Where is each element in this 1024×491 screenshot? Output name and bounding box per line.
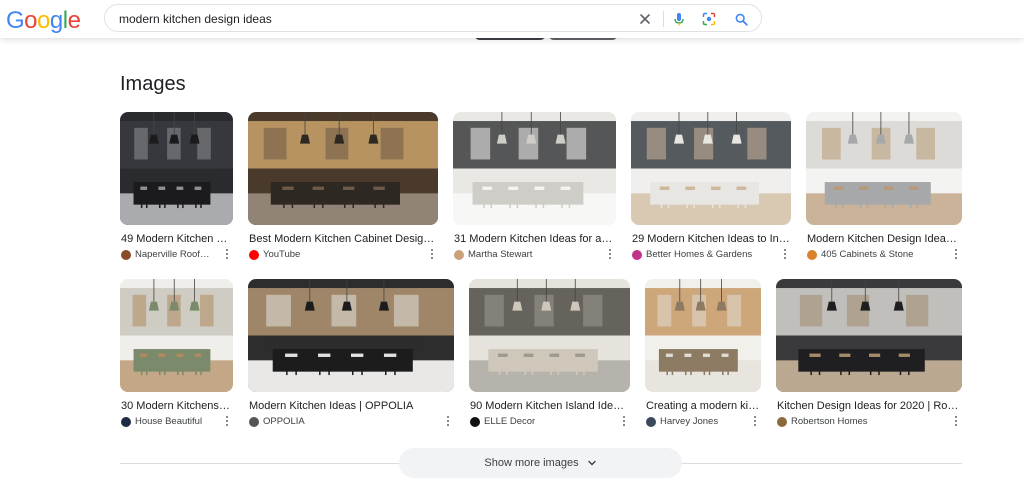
image-result-title[interactable]: 31 Modern Kitchen Ideas for a… (454, 233, 615, 245)
show-more-images-button[interactable]: Show more images (399, 448, 682, 478)
source-favicon-icon (470, 416, 480, 427)
kitchen-photo (453, 112, 616, 225)
search-box (104, 4, 762, 32)
image-result-title[interactable]: Modern Kitchen Ideas | OPPOLIA (249, 400, 453, 412)
lens-icon[interactable] (701, 11, 717, 27)
image-thumbnail[interactable] (248, 279, 454, 392)
search-icon[interactable] (733, 11, 749, 27)
more-options-icon[interactable] (751, 415, 759, 427)
chevron-down-icon (587, 460, 596, 466)
image-result-source[interactable]: YouTube (249, 249, 300, 260)
source-name: Harvey Jones (660, 416, 719, 427)
image-result-source[interactable]: ELLE Decor (470, 416, 535, 427)
image-result-card[interactable]: Modern Kitchen Ideas | OPPOLIA OPPOLIA (248, 279, 454, 439)
source-name: OPPOLIA (263, 416, 305, 427)
logo-letter: G (6, 7, 25, 34)
image-result-card[interactable]: 49 Modern Kitchen … Naperville Roof… (120, 112, 233, 272)
image-result-title[interactable]: 29 Modern Kitchen Ideas to In… (632, 233, 790, 245)
image-result-title[interactable]: Creating a modern ki… (646, 400, 760, 412)
image-thumbnail[interactable] (645, 279, 761, 392)
images-section-title: Images (120, 73, 186, 95)
image-thumbnail[interactable] (120, 279, 233, 392)
source-favicon-icon (121, 416, 131, 427)
source-favicon-icon (121, 249, 131, 260)
source-name: Robertson Homes (791, 416, 868, 427)
source-name: Better Homes & Gardens (646, 249, 753, 260)
top-bar: Google (0, 0, 1024, 38)
source-favicon-icon (249, 416, 259, 427)
image-thumbnail[interactable] (248, 112, 438, 225)
image-result-source[interactable]: 405 Cabinets & Stone (807, 249, 913, 260)
more-options-icon[interactable] (428, 248, 436, 260)
logo-letter: o (24, 7, 38, 34)
mic-icon[interactable] (671, 11, 687, 27)
source-name: YouTube (263, 249, 301, 260)
kitchen-photo (469, 279, 630, 392)
kitchen-photo (120, 112, 233, 225)
source-favicon-icon (249, 249, 259, 260)
kitchen-photo (120, 279, 233, 392)
more-options-icon[interactable] (444, 415, 452, 427)
more-options-icon[interactable] (952, 248, 960, 260)
kitchen-photo (248, 279, 454, 392)
image-result-source[interactable]: Better Homes & Gardens (632, 249, 752, 260)
image-result-title[interactable]: 49 Modern Kitchen … (121, 233, 232, 245)
search-divider (663, 11, 664, 27)
more-options-icon[interactable] (223, 415, 231, 427)
image-result-card[interactable]: Modern Kitchen Design Ideas… 405 Cabinets… (806, 112, 962, 272)
image-result-card[interactable]: Kitchen Design Ideas for 2020 | Ro… Rober… (776, 279, 962, 439)
more-options-icon[interactable] (781, 248, 789, 260)
source-name: ELLE Decor (484, 416, 536, 427)
kitchen-photo (248, 112, 438, 225)
image-result-card[interactable]: 31 Modern Kitchen Ideas for a… Martha Ste… (453, 112, 616, 272)
image-result-source[interactable]: Robertson Homes (777, 416, 868, 427)
logo-letter: e (67, 7, 81, 34)
image-result-source[interactable]: OPPOLIA (249, 416, 305, 427)
image-thumbnail[interactable] (776, 279, 962, 392)
image-result-card[interactable]: Best Modern Kitchen Cabinet Design… YouTu… (248, 112, 438, 272)
kitchen-photo (631, 112, 791, 225)
more-options-icon[interactable] (620, 415, 628, 427)
source-favicon-icon (777, 416, 787, 427)
image-result-source[interactable]: Harvey Jones (646, 416, 718, 427)
source-favicon-icon (807, 249, 817, 260)
source-favicon-icon (646, 416, 656, 427)
source-favicon-icon (632, 249, 642, 260)
image-thumbnail[interactable] (631, 112, 791, 225)
source-name: Martha Stewart (468, 249, 533, 260)
kitchen-photo (806, 112, 962, 225)
image-result-card[interactable]: 90 Modern Kitchen Island Idea… ELLE Decor (469, 279, 630, 439)
image-result-source[interactable]: House Beautiful (121, 416, 202, 427)
image-result-card[interactable]: 29 Modern Kitchen Ideas to In… Better Hom… (631, 112, 791, 272)
close-icon[interactable] (637, 11, 653, 27)
more-options-icon[interactable] (606, 248, 614, 260)
google-logo[interactable]: Google (6, 7, 81, 35)
image-thumbnail[interactable] (453, 112, 616, 225)
image-result-title[interactable]: 90 Modern Kitchen Island Idea… (470, 400, 629, 412)
image-result-title[interactable]: 30 Modern Kitchens … (121, 400, 232, 412)
image-result-source[interactable]: Naperville Roof… (121, 249, 209, 260)
image-result-title[interactable]: Best Modern Kitchen Cabinet Design… (249, 233, 437, 245)
image-result-card[interactable]: Creating a modern ki… Harvey Jones (645, 279, 761, 439)
source-name: House Beautiful (135, 416, 203, 427)
source-name: Naperville Roof… (135, 249, 210, 260)
search-input[interactable] (119, 10, 619, 28)
more-options-icon[interactable] (952, 415, 960, 427)
logo-letter: g (49, 7, 63, 34)
source-favicon-icon (454, 249, 464, 260)
image-thumbnail[interactable] (120, 112, 233, 225)
image-result-card[interactable]: 30 Modern Kitchens … House Beautiful (120, 279, 233, 439)
kitchen-photo (776, 279, 962, 392)
image-thumbnail[interactable] (469, 279, 630, 392)
image-result-title[interactable]: Kitchen Design Ideas for 2020 | Ro… (777, 400, 961, 412)
show-more-label: Show more images (484, 457, 579, 469)
more-options-icon[interactable] (223, 248, 231, 260)
image-result-source[interactable]: Martha Stewart (454, 249, 532, 260)
kitchen-photo (645, 279, 761, 392)
source-name: 405 Cabinets & Stone (821, 249, 914, 260)
logo-letter: o (37, 7, 50, 34)
image-thumbnail[interactable] (806, 112, 962, 225)
image-result-title[interactable]: Modern Kitchen Design Ideas… (807, 233, 961, 245)
